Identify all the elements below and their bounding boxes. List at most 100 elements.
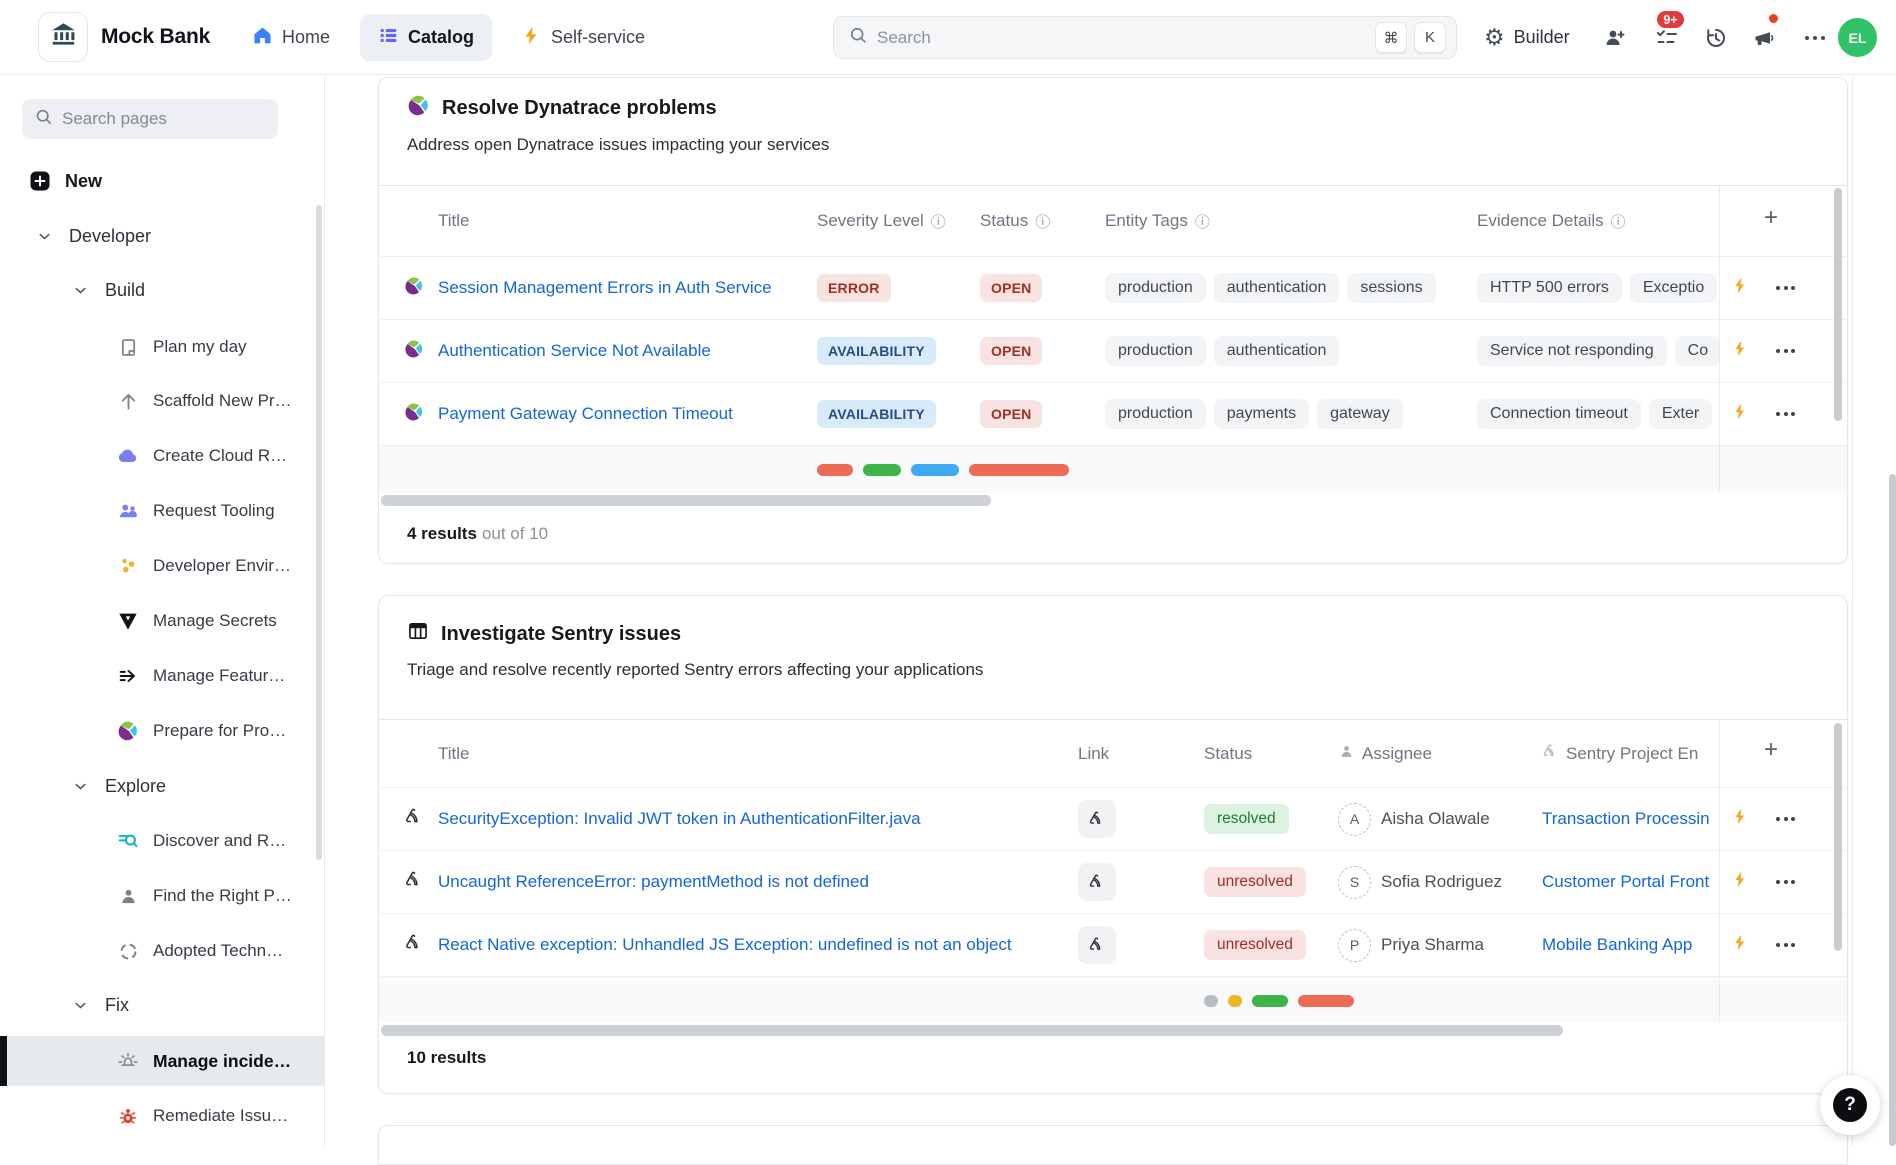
table: Title Link Status Assignee Sentry Projec… — [379, 719, 1847, 1021]
project-link[interactable]: Mobile Banking App — [1542, 935, 1719, 955]
column-severity[interactable]: Severity Levelⓘ — [817, 211, 980, 232]
status-badge: OPEN — [980, 337, 1042, 365]
run-action-bolt-icon[interactable] — [1731, 807, 1750, 831]
sentry-external-link-button[interactable] — [1078, 926, 1116, 964]
results-count-total: out of 10 — [482, 524, 548, 543]
results-count: 10 results — [407, 1048, 491, 1068]
table-vertical-scrollbar[interactable] — [1834, 188, 1842, 421]
nav-catalog[interactable]: Catalog — [360, 14, 492, 61]
sidebar-group-developer[interactable]: Developer — [32, 218, 151, 254]
info-icon[interactable]: ⓘ — [1035, 211, 1050, 232]
column-evidence[interactable]: Evidence Detailsⓘ — [1477, 211, 1719, 232]
sidebar-item-find-person[interactable]: Find the Right P… — [116, 878, 292, 914]
evidence-pill: Co — [1675, 336, 1719, 366]
arrow-right-icon — [116, 664, 140, 688]
problem-link[interactable]: Payment Gateway Connection Timeout — [438, 404, 817, 424]
row-menu-icon[interactable] — [1776, 817, 1795, 821]
global-search-input[interactable] — [877, 28, 1368, 48]
widget-header: Investigate Sentry issues Triage and res… — [379, 596, 1847, 680]
nav-home[interactable]: Home — [252, 0, 330, 75]
more-menu-icon[interactable] — [1803, 31, 1827, 55]
column-assignee[interactable]: Assignee — [1338, 743, 1542, 765]
sidebar-group-explore[interactable]: Explore — [68, 768, 166, 804]
column-title[interactable]: Title — [438, 211, 817, 231]
sentry-external-link-button[interactable] — [1078, 863, 1116, 901]
tag-pill: sessions — [1347, 273, 1435, 303]
sidebar-item-create-cloud[interactable]: Create Cloud R… — [116, 438, 287, 474]
row-preview-chip — [1252, 995, 1288, 1007]
user-avatar[interactable]: EL — [1838, 18, 1877, 57]
assignee-avatar: P — [1338, 929, 1371, 962]
sidebar-scrollbar[interactable] — [316, 205, 322, 860]
project-link[interactable]: Transaction Processin — [1542, 809, 1719, 829]
sidebar-item-manage-secrets[interactable]: Manage Secrets — [116, 603, 277, 639]
table-horizontal-scrollbar[interactable] — [381, 495, 991, 506]
run-action-bolt-icon[interactable] — [1731, 870, 1750, 894]
sidebar-search-input[interactable] — [62, 109, 283, 129]
sidebar-group-fix[interactable]: Fix — [68, 987, 129, 1023]
sidebar-group-build[interactable]: Build — [68, 272, 145, 308]
run-action-bolt-icon[interactable] — [1731, 933, 1750, 957]
row-menu-icon[interactable] — [1776, 286, 1795, 290]
sidebar-item-manage-incidents[interactable]: Manage incide… — [116, 1043, 291, 1079]
column-entity-tags[interactable]: Entity Tagsⓘ — [1105, 211, 1477, 232]
page-scrollbar[interactable] — [1889, 474, 1896, 1146]
column-link[interactable]: Link — [1078, 744, 1204, 764]
info-icon[interactable]: ⓘ — [1611, 211, 1626, 232]
nav-catalog-label: Catalog — [408, 27, 474, 48]
column-title[interactable]: Title — [438, 744, 1078, 764]
sidebar-item-label: Create Cloud R… — [153, 446, 287, 466]
builder-button[interactable]: ⚙ Builder — [1484, 0, 1570, 75]
sidebar-item-manage-features[interactable]: Manage Featur… — [116, 658, 285, 694]
k-key: K — [1414, 22, 1446, 53]
issue-link[interactable]: React Native exception: Unhandled JS Exc… — [438, 935, 1078, 955]
tag-pill: production — [1105, 336, 1206, 366]
nav-self-service[interactable]: Self-service — [521, 0, 645, 75]
sidebar-new-button[interactable]: New — [28, 163, 102, 199]
sidebar-item-developer-environments[interactable]: Developer Envir… — [116, 548, 291, 584]
table-vertical-scrollbar[interactable] — [1834, 723, 1842, 951]
info-icon[interactable]: ⓘ — [1195, 211, 1210, 232]
table-icon — [407, 620, 429, 648]
problem-link[interactable]: Session Management Errors in Auth Servic… — [438, 278, 817, 298]
sidebar-item-discover[interactable]: Discover and R… — [116, 823, 286, 859]
sidebar-item-remediate-issues[interactable]: Remediate Issu… — [116, 1098, 288, 1134]
invite-user-button[interactable] — [1603, 26, 1627, 50]
row-menu-icon[interactable] — [1776, 412, 1795, 416]
info-icon[interactable]: ⓘ — [931, 211, 946, 232]
sidebar-item-request-tooling[interactable]: Request Tooling — [116, 493, 275, 529]
status-badge: resolved — [1204, 804, 1289, 834]
issue-link[interactable]: Uncaught ReferenceError: paymentMethod i… — [438, 872, 1078, 892]
row-preview-chip — [1228, 995, 1242, 1007]
add-column-button[interactable]: + — [1764, 736, 1778, 764]
row-menu-icon[interactable] — [1776, 943, 1795, 947]
help-button[interactable]: ? — [1820, 1075, 1880, 1135]
project-link[interactable]: Customer Portal Front — [1542, 872, 1719, 892]
column-status[interactable]: Status — [1204, 744, 1338, 764]
megaphone-icon[interactable] — [1752, 26, 1776, 50]
sidebar-item-scaffold-new[interactable]: Scaffold New Pr… — [116, 383, 292, 419]
brand-logo[interactable] — [38, 12, 88, 62]
history-icon[interactable] — [1704, 26, 1728, 50]
row-menu-icon[interactable] — [1776, 349, 1795, 353]
table-horizontal-scrollbar[interactable] — [381, 1025, 1563, 1036]
issue-link[interactable]: SecurityException: Invalid JWT token in … — [438, 809, 1078, 829]
sidebar-item-prepare-production[interactable]: Prepare for Pro… — [116, 713, 286, 749]
problem-link[interactable]: Authentication Service Not Available — [438, 341, 817, 361]
run-action-bolt-icon[interactable] — [1731, 339, 1750, 363]
row-menu-icon[interactable] — [1776, 880, 1795, 884]
vault-icon — [116, 609, 140, 633]
sidebar-search[interactable] — [22, 99, 278, 139]
sidebar-item-adopted-tech[interactable]: Adopted Techn… — [116, 933, 283, 969]
global-search[interactable]: ⌘ K — [833, 16, 1457, 59]
add-column-button[interactable]: + — [1764, 204, 1778, 232]
sentry-external-link-button[interactable] — [1078, 800, 1116, 838]
run-action-bolt-icon[interactable] — [1731, 276, 1750, 300]
sidebar-item-label: Remediate Issu… — [153, 1106, 288, 1126]
sidebar-item-plan-my-day[interactable]: Plan my day — [116, 329, 247, 365]
evidence-pill: Exceptio — [1630, 273, 1717, 303]
column-status[interactable]: Statusⓘ — [980, 211, 1105, 232]
run-action-bolt-icon[interactable] — [1731, 402, 1750, 426]
column-sentry-project[interactable]: Sentry Project En — [1542, 743, 1719, 765]
pinned-column-divider — [1719, 186, 1720, 492]
